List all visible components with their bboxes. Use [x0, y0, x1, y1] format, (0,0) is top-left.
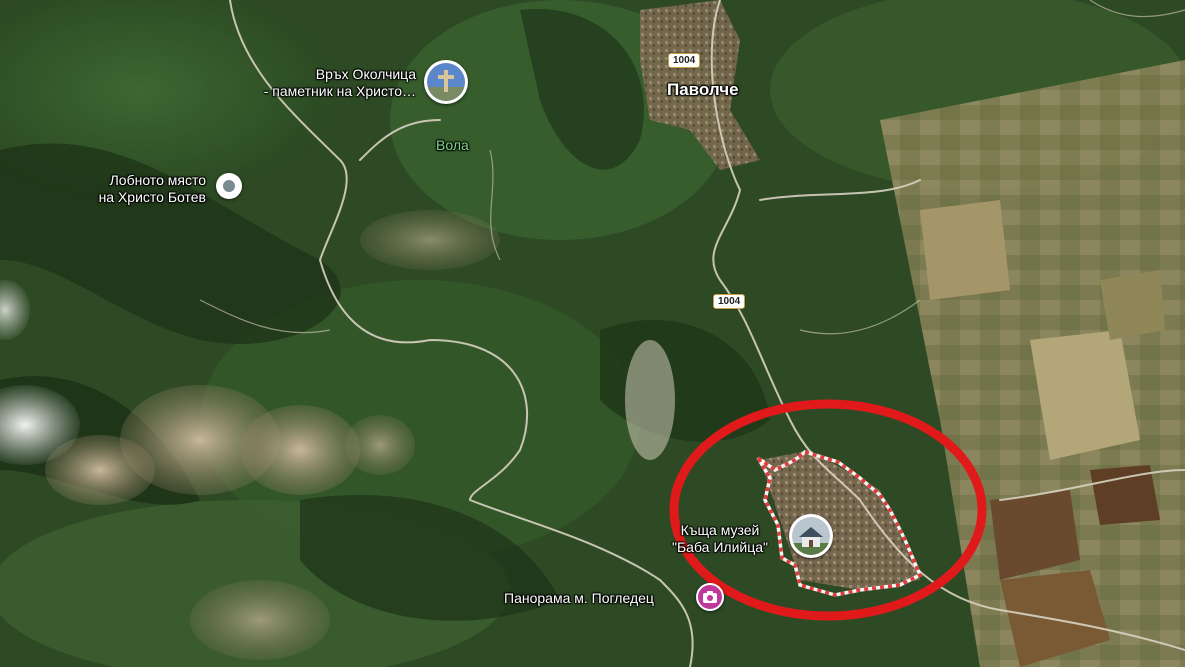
museum-label[interactable]: Къща музей "Баба Илийца": [650, 522, 790, 556]
lobnoto-label-line2: на Христо Ботев: [98, 189, 206, 205]
panorama-label[interactable]: Панорама м. Погледец: [504, 590, 654, 607]
peak-monument-pin[interactable]: [424, 60, 468, 104]
peak-monument-label[interactable]: Връх Околчица - паметник на Христо…: [220, 66, 416, 100]
camera-icon: [703, 591, 717, 603]
place-dot-icon: [223, 180, 235, 192]
satellite-terrain: [0, 0, 1185, 667]
peak-monument-label-line2: - паметник на Христо…: [263, 83, 416, 99]
museum-pin[interactable]: [789, 514, 833, 558]
panorama-pin[interactable]: [696, 583, 724, 611]
satellite-map[interactable]: 1004 1004 Връх Околчица - паметник на Хр…: [0, 0, 1185, 667]
lobnoto-label-line1: Лобното място: [109, 172, 206, 188]
cross-monument-photo-icon: [427, 63, 465, 101]
road-shield-1004-mid: 1004: [713, 294, 746, 309]
peak-monument-label-line1: Връх Околчица: [315, 66, 416, 82]
lobnoto-label[interactable]: Лобното място на Христо Ботев: [40, 172, 206, 206]
lobnoto-pin[interactable]: [216, 173, 242, 199]
museum-label-line2: "Баба Илийца": [672, 539, 768, 555]
museum-label-line1: Къща музей: [680, 522, 760, 538]
pavolche-label[interactable]: Паволче: [667, 81, 739, 98]
vola-label[interactable]: Вола: [436, 137, 469, 154]
house-photo-icon: [792, 517, 830, 555]
road-shield-1004-top: 1004: [668, 53, 701, 68]
